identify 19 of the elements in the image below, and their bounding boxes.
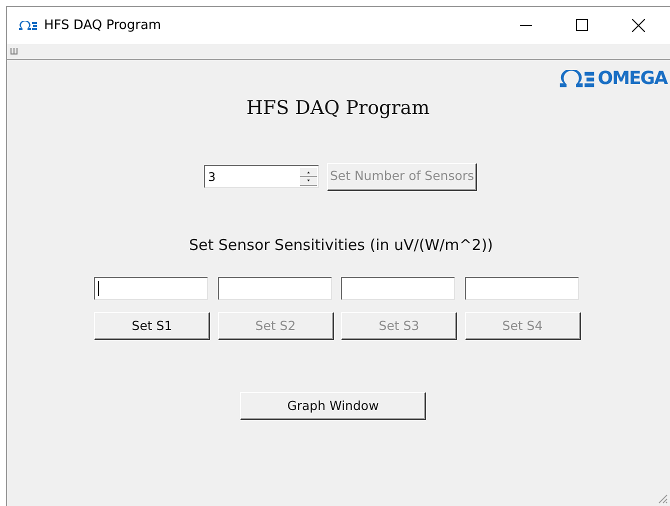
- sensitivity-field[interactable]: [218, 277, 332, 300]
- sensitivity-field[interactable]: [341, 277, 455, 300]
- maximize-icon[interactable]: [576, 19, 588, 31]
- sensor-count-spinbox[interactable]: 3: [204, 165, 319, 188]
- sensitivity-label: Set Sensor Sensitivities (in uV/(W/m^2)): [188, 234, 494, 256]
- page-heading: HFS DAQ Program: [246, 96, 430, 121]
- sensitivity-field[interactable]: [464, 277, 578, 300]
- sensitivity-field[interactable]: [94, 277, 208, 300]
- logo-text: OMEGA: [598, 70, 668, 88]
- resize-grip-icon[interactable]: [656, 492, 668, 504]
- window-title: HFS DAQ Program: [44, 16, 162, 35]
- grip-icon: [10, 48, 18, 55]
- set-sensor-button[interactable]: Set S1: [94, 312, 210, 340]
- spin-up-icon[interactable]: [300, 168, 317, 176]
- graph-window-button[interactable]: Graph Window: [240, 392, 426, 420]
- omega-logo-icon: [18, 20, 38, 30]
- spinbox-value: 3: [207, 168, 217, 186]
- omega-logo-icon: [558, 70, 596, 88]
- close-icon[interactable]: [632, 19, 645, 32]
